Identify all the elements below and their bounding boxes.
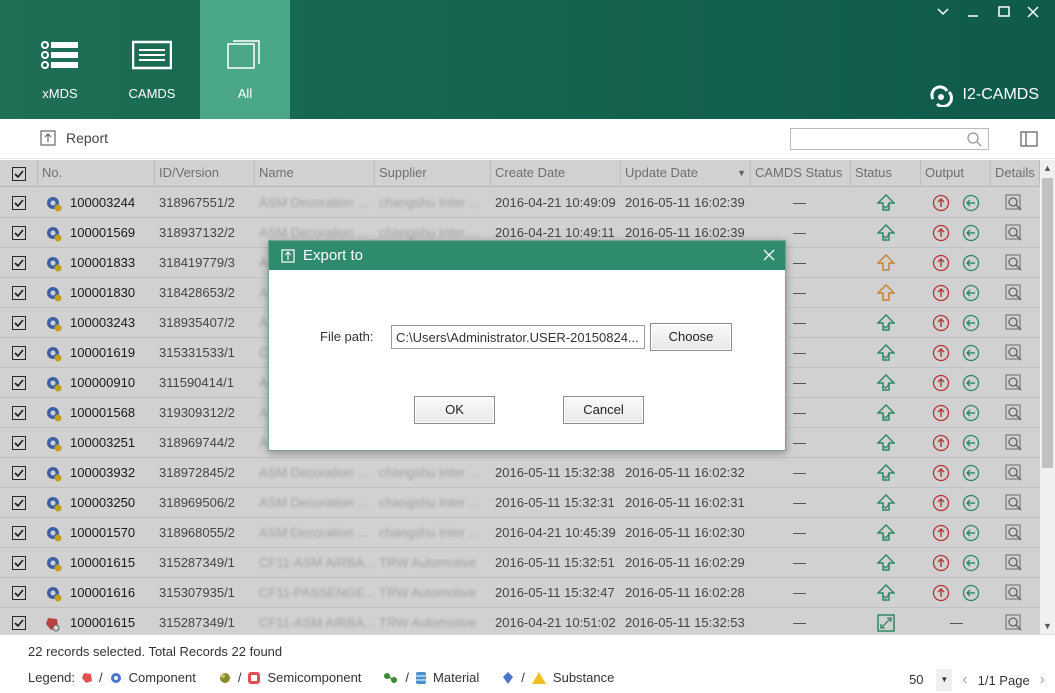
semicomponent-red-icon	[248, 671, 261, 684]
search-icon[interactable]	[966, 131, 982, 150]
legend-semicomponent: Semicomponent	[267, 670, 362, 685]
legend-material: Material	[433, 670, 480, 685]
material-molecule-icon	[384, 672, 398, 683]
minimize-icon	[968, 15, 978, 17]
legend-label: Legend:	[28, 670, 75, 685]
scrollbar-thumb[interactable]	[1042, 178, 1053, 468]
chevron-down-icon	[937, 8, 949, 16]
brand: I2-CAMDS	[929, 83, 1039, 107]
nav-camds-label: CAMDS	[128, 86, 176, 101]
app-header: xMDS CAMDS All I2-CAMDS	[0, 0, 1055, 119]
legend-sep: /	[237, 670, 242, 685]
search-box[interactable]	[790, 128, 989, 150]
pager: 50 ▼ ‹ 1/1 Page ›	[900, 669, 1045, 691]
export-dialog: Export to File path: Choose OK Cancel	[268, 240, 786, 451]
legend-sep: /	[99, 670, 103, 685]
brand-logo-icon	[930, 85, 953, 107]
legend-sep: /	[521, 670, 525, 685]
search-input[interactable]	[791, 129, 961, 149]
brand-name: I2-CAMDS	[962, 86, 1039, 103]
dialog-titlebar: Export to	[269, 241, 785, 270]
component-red-icon	[82, 672, 92, 683]
page-size-select[interactable]: 50 ▼	[900, 669, 953, 691]
dialog-title: Export to	[303, 247, 364, 264]
vertical-scrollbar[interactable]: ▲ ▼	[1040, 160, 1055, 634]
export-icon	[40, 130, 56, 146]
stack-icon	[227, 40, 260, 69]
legend-component: Component	[128, 670, 196, 685]
footer: 22 records selected. Total Records 22 fo…	[0, 634, 1055, 693]
nav-all-label: All	[237, 86, 253, 101]
component-blue-gear-icon	[110, 672, 121, 683]
close-icon	[1027, 6, 1039, 18]
nav-xmds[interactable]: xMDS	[15, 0, 105, 119]
ok-button[interactable]: OK	[414, 396, 495, 424]
material-barrel-icon	[416, 671, 427, 684]
maximize-icon	[998, 6, 1010, 17]
export-icon	[281, 248, 295, 263]
nav-all[interactable]: All	[200, 0, 290, 119]
list-icon	[41, 41, 78, 69]
collapse-ribbon-button[interactable]	[932, 4, 954, 24]
sidebar-panel-icon	[1020, 131, 1038, 147]
substance-crystal-icon	[503, 671, 514, 684]
selection-status: 22 records selected. Total Records 22 fo…	[28, 644, 283, 659]
toolbar: Report	[0, 119, 1055, 159]
file-path-input[interactable]	[391, 325, 645, 349]
legend-substance: Substance	[552, 670, 615, 685]
choose-button[interactable]: Choose	[650, 323, 732, 351]
page-info: 1/1 Page	[977, 672, 1030, 688]
legend-sep: /	[405, 670, 410, 685]
scroll-up-icon[interactable]: ▲	[1043, 163, 1052, 173]
semicomponent-sphere-icon	[219, 672, 230, 683]
next-page-icon[interactable]: ›	[1040, 671, 1045, 689]
scroll-down-icon[interactable]: ▼	[1043, 621, 1052, 631]
cancel-button[interactable]: Cancel	[563, 396, 644, 424]
page-size-value: 50	[909, 672, 924, 687]
report-button[interactable]: Report	[40, 130, 108, 146]
report-label: Report	[66, 130, 109, 146]
nav-xmds-label: xMDS	[42, 86, 78, 101]
close-window-button[interactable]	[1022, 4, 1044, 24]
minimize-button[interactable]	[962, 4, 984, 24]
dialog-close-icon[interactable]	[763, 245, 775, 265]
maximize-button[interactable]	[993, 4, 1015, 24]
dropdown-arrow-icon[interactable]: ▼	[936, 669, 953, 691]
panel-toggle-button[interactable]	[1020, 131, 1038, 150]
substance-warning-icon	[531, 671, 546, 684]
prev-page-icon[interactable]: ‹	[962, 671, 967, 689]
file-path-label: File path:	[320, 329, 374, 344]
nav-camds[interactable]: CAMDS	[107, 0, 197, 119]
legend: Legend: / Component / Semicomponent / Ma…	[28, 670, 614, 685]
form-icon	[132, 40, 172, 70]
